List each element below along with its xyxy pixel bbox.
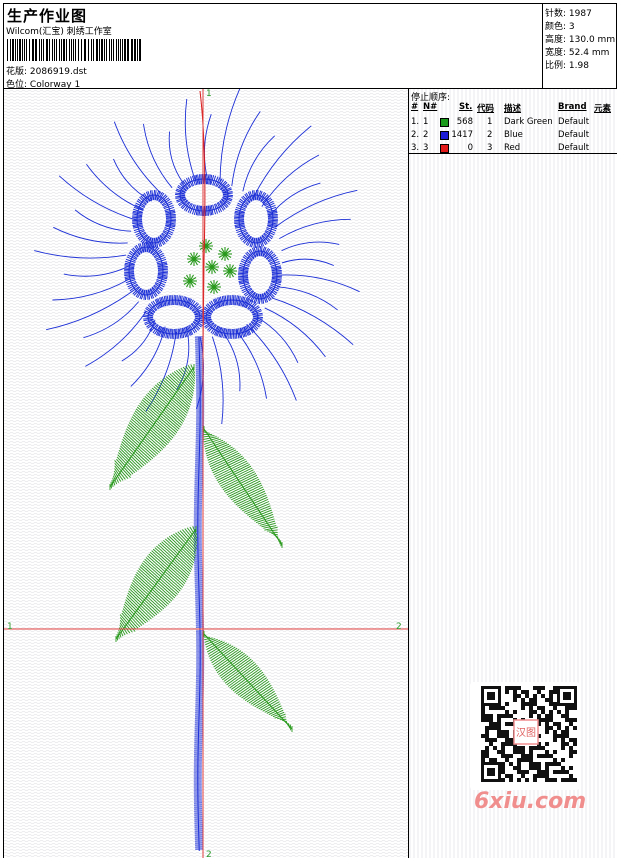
stat-width-label: 宽度: bbox=[545, 48, 567, 58]
stop-description: Blue bbox=[504, 130, 523, 140]
stop-code: 3 bbox=[487, 143, 493, 153]
stop-code: 2 bbox=[487, 130, 493, 140]
thread-color-swatch bbox=[440, 131, 449, 140]
stat-width: 宽度: 52.4 mm bbox=[545, 45, 609, 58]
stop-brand: Default bbox=[558, 117, 590, 127]
embroidery-design: 1 2 1 2 bbox=[4, 89, 408, 858]
stat-scale: 比例: 1.98 bbox=[545, 58, 589, 71]
stat-scale-label: 比例: bbox=[545, 61, 567, 71]
stop-description: Red bbox=[504, 143, 521, 153]
design-file-label: 花版: bbox=[6, 67, 28, 77]
studio-name: Wilcom(汇宝) 刺绣工作室 bbox=[6, 27, 112, 37]
stat-colors-label: 颜色: bbox=[545, 22, 567, 32]
design-preview: 1 2 1 2 bbox=[4, 89, 408, 858]
thread-color-swatch bbox=[440, 118, 449, 127]
stop-row: 1. 1 1 Dark Green Default 568 bbox=[409, 116, 617, 129]
stat-stitches-value: 1987 bbox=[568, 9, 592, 19]
stat-height-label: 高度: bbox=[545, 35, 567, 45]
stat-height-value: 130.0 mm bbox=[568, 35, 616, 45]
col-code: 代码 bbox=[477, 104, 495, 114]
design-file: 花版: 2086919.dst bbox=[6, 64, 87, 77]
stop-needle: 3 bbox=[423, 143, 429, 153]
fabric-background bbox=[4, 89, 408, 858]
stop-stitch-count: 1417 bbox=[451, 130, 473, 140]
stat-scale-value: 1.98 bbox=[568, 61, 589, 71]
thread-color-swatch bbox=[440, 144, 449, 153]
axis-label-h-left: 1 bbox=[7, 622, 13, 632]
stat-width-value: 52.4 mm bbox=[568, 48, 610, 58]
stop-needle: 2 bbox=[423, 130, 429, 140]
barcode bbox=[7, 39, 141, 61]
col-index: # bbox=[411, 102, 419, 112]
stat-colors: 颜色: 3 bbox=[545, 19, 575, 32]
stop-brand: Default bbox=[558, 130, 590, 140]
col-needle: N# bbox=[423, 102, 438, 112]
stop-stitch-count: 568 bbox=[456, 117, 473, 127]
col-description: 描述 bbox=[504, 104, 522, 114]
design-stats: 针数: 1987 颜色: 3 高度: 130.0 mm 宽度: 52.4 mm … bbox=[542, 3, 617, 89]
axis-label-v-bottom: 2 bbox=[206, 850, 212, 858]
stop-row: 2. 2 2 Blue Default 1417 bbox=[409, 129, 617, 142]
stop-stitch-count: 0 bbox=[467, 143, 473, 153]
stop-table-bottom-line bbox=[409, 153, 617, 154]
stop-index: 3. bbox=[411, 143, 420, 153]
stop-needle: 1 bbox=[423, 117, 429, 127]
axis-label-v-top: 1 bbox=[206, 89, 212, 99]
design-file-value: 2086919.dst bbox=[29, 67, 87, 77]
stat-stitches: 针数: 1987 bbox=[545, 6, 592, 19]
col-stitches: St. bbox=[459, 102, 473, 112]
qr-code: 汉图 bbox=[470, 682, 580, 790]
axis-label-h-right: 2 bbox=[396, 622, 402, 632]
stop-index: 2. bbox=[411, 130, 420, 140]
stat-stitches-label: 针数: bbox=[545, 9, 567, 19]
watermark-text: 6xiu.com bbox=[474, 789, 587, 814]
stop-table-header: # N# St. 代码 描述 Brand 元素 bbox=[409, 101, 617, 114]
page-title: 生产作业图 bbox=[7, 7, 88, 25]
stop-brand: Default bbox=[558, 143, 590, 153]
col-brand: Brand bbox=[558, 102, 587, 112]
stat-colors-value: 3 bbox=[568, 22, 575, 32]
stop-description: Dark Green bbox=[504, 117, 553, 127]
stop-code: 1 bbox=[487, 117, 493, 127]
stat-height: 高度: 130.0 mm bbox=[545, 32, 615, 45]
col-element: 元素 bbox=[594, 104, 612, 114]
header-info: 生产作业图 Wilcom(汇宝) 刺绣工作室 花版: 2086919.dst 色… bbox=[3, 3, 543, 90]
stop-index: 1. bbox=[411, 117, 420, 127]
qr-logo-text: 汉图 bbox=[516, 727, 536, 739]
